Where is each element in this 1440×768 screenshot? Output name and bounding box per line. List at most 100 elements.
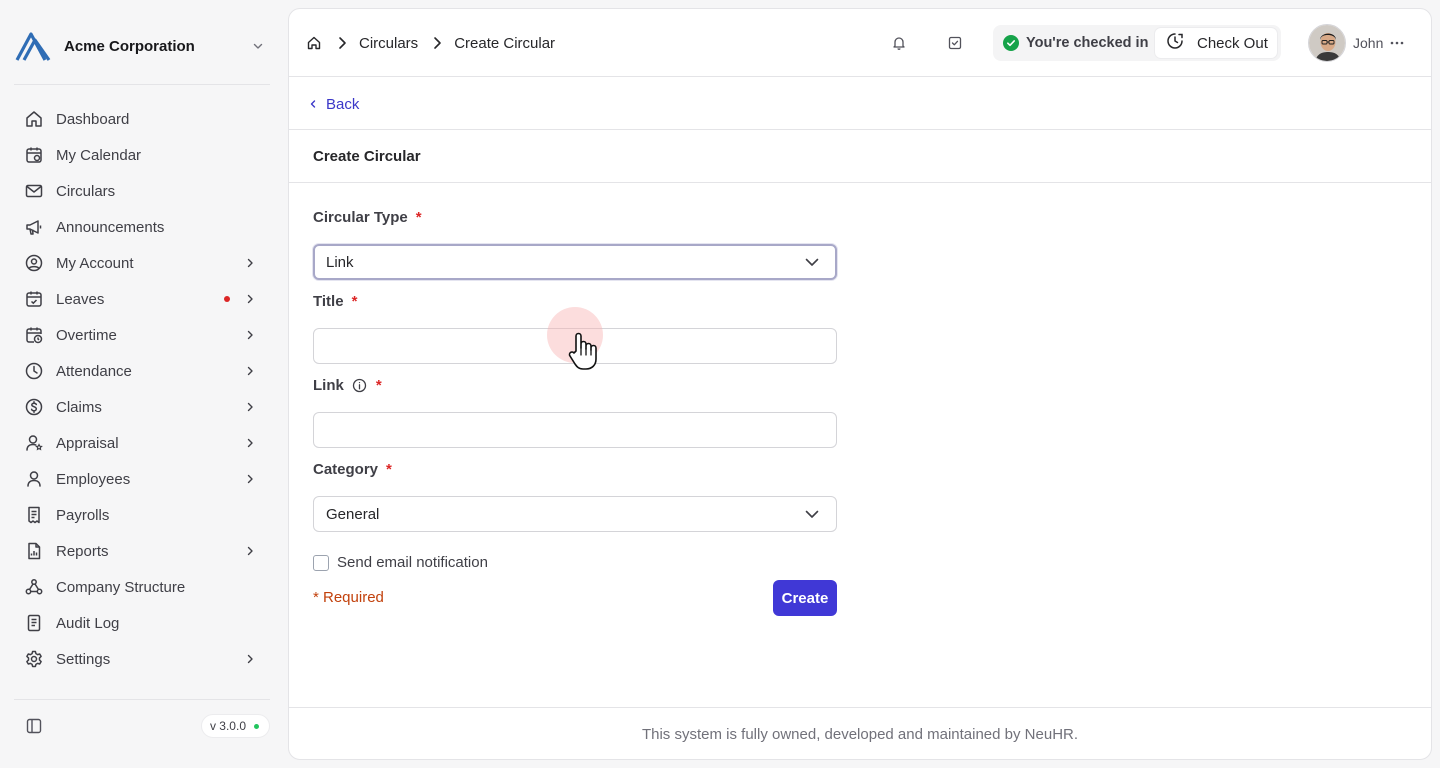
chevron-right-icon [335,36,349,50]
sidebar-divider [14,84,270,85]
title-input[interactable] [313,328,837,364]
sidebar-item-reports[interactable]: Reports [14,533,270,569]
checkin-status: You're checked in [1003,34,1148,52]
home-icon [24,109,44,129]
user-name: John [1353,35,1384,51]
sidebar-item-payrolls[interactable]: Payrolls [14,497,270,533]
gear-icon [24,649,44,669]
chevron-right-icon [244,401,256,413]
field-label-text: Category [313,460,379,478]
required-mark: * [375,376,382,394]
chevron-down-icon [804,506,820,522]
chevron-right-icon [244,257,256,269]
title-row: Create Circular [289,130,1431,183]
required-mark: * [386,460,392,478]
required-mark: * [415,208,422,226]
report-icon [24,541,44,561]
sidebar-collapse-icon[interactable] [24,716,44,736]
create-button[interactable]: Create [773,580,837,616]
sidebar-item-my-calendar[interactable]: My Calendar [14,137,270,173]
top-bar: Circulars Create Circular You're checked… [289,9,1431,77]
page-title: Create Circular [313,148,421,165]
sidebar-item-attendance[interactable]: Attendance [14,353,270,389]
email-notification-checkbox[interactable] [313,555,329,571]
sidebar-item-label: Overtime [56,326,117,344]
email-notification-label: Send email notification [337,553,488,571]
user-circle-icon [24,253,44,273]
calendar-icon [24,145,44,165]
category-select[interactable]: General [313,496,837,532]
sidebar-item-label: Attendance [56,362,132,380]
sidebar-item-circulars[interactable]: Circulars [14,173,270,209]
sidebar-item-announcements[interactable]: Announcements [14,209,270,245]
required-note: * Required [313,589,384,606]
sidebar-item-label: My Calendar [56,146,142,164]
link-label: Link * [313,375,382,395]
circular-type-select[interactable]: Link [313,244,837,280]
circular-type-label: Circular Type * [313,207,422,227]
clock-icon [24,361,44,381]
chevron-right-icon [244,653,256,665]
info-icon[interactable] [352,377,368,393]
sidebar-item-label: Employees [56,470,131,488]
sidebar-item-audit-log[interactable]: Audit Log [14,605,270,641]
field-label-text: Link [313,376,344,394]
sidebar-item-my-account[interactable]: My Account [14,245,270,281]
title-label: Title * [313,291,357,311]
sidebar-item-label: Settings [56,650,111,668]
sidebar-item-claims[interactable]: Claims [14,389,270,425]
sidebar-nav: Dashboard My Calendar Circulars Announce… [14,101,270,677]
check-circle-icon [1003,35,1019,51]
category-label: Category * [313,459,392,479]
sidebar-item-label: Leaves [56,290,105,308]
sidebar-item-leaves[interactable]: Leaves [14,281,270,317]
user-menu[interactable]: John [1308,24,1405,62]
category-value: General [326,505,380,523]
main-panel: Circulars Create Circular You're checked… [288,8,1432,760]
breadcrumb: Circulars Create Circular [305,33,555,53]
chevron-right-icon [244,293,256,305]
chevron-left-icon [307,98,319,110]
chevron-right-icon [430,36,444,50]
sidebar-item-label: My Account [56,254,134,272]
sidebar-item-label: Reports [56,542,109,560]
chevron-right-icon [244,365,256,377]
breadcrumb-current: Create Circular [454,34,556,52]
sidebar-footer: v 3.0.0 [14,712,270,740]
acme-logo-icon [14,28,52,64]
chevron-right-icon [244,329,256,341]
chevron-down-icon [250,38,266,54]
checkin-status-text: You're checked in [1026,35,1149,51]
sidebar-item-employees[interactable]: Employees [14,461,270,497]
user-star-icon [24,433,44,453]
sidebar-item-label: Payrolls [56,506,110,524]
field-label-text: Title [313,292,344,310]
sidebar-item-label: Announcements [56,218,165,236]
sidebar: Acme Corporation Dashboard My Calendar C… [0,0,282,768]
org-switcher[interactable]: Acme Corporation [14,28,270,64]
sidebar-item-overtime[interactable]: Overtime [14,317,270,353]
sidebar-item-appraisal[interactable]: Appraisal [14,425,270,461]
email-notification-option[interactable]: Send email notification [313,552,488,572]
chevron-right-icon [244,545,256,557]
page-footer: This system is fully owned, developed an… [289,707,1431,759]
sidebar-item-label: Dashboard [56,110,130,128]
home-icon[interactable] [305,34,323,52]
required-mark: * [351,292,358,310]
notification-dot [224,296,230,302]
circular-type-value: Link [326,253,354,271]
check-out-label: Check Out [1197,34,1268,52]
breadcrumb-circulars[interactable]: Circulars [359,35,418,52]
version-label: v 3.0.0 [209,719,246,733]
sidebar-item-settings[interactable]: Settings [14,641,270,677]
checkin-widget: You're checked in Check Out [993,25,1281,61]
sidebar-item-dashboard[interactable]: Dashboard [14,101,270,137]
sidebar-item-company-structure[interactable]: Company Structure [14,569,270,605]
link-input[interactable] [313,412,837,448]
log-icon [24,613,44,633]
bell-icon[interactable] [889,33,909,53]
check-out-button[interactable]: Check Out [1155,28,1277,58]
back-link[interactable]: Back [307,94,359,114]
mail-icon [24,181,44,201]
tasks-icon[interactable] [945,33,965,53]
